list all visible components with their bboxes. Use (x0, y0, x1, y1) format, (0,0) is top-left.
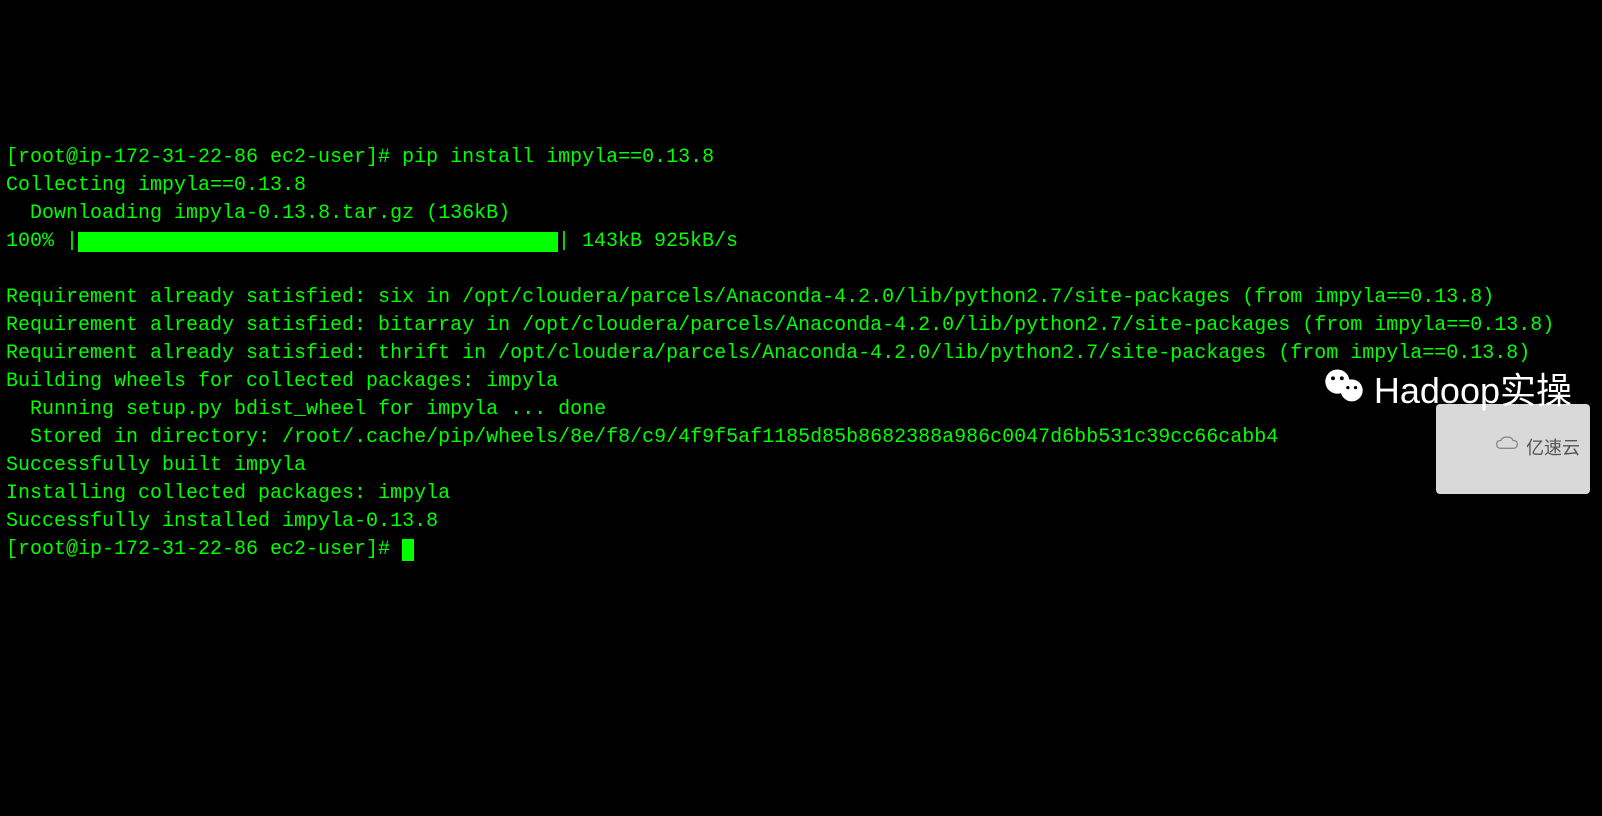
output-stored: Stored in directory: /root/.cache/pip/wh… (6, 426, 1278, 449)
output-installing: Installing collected packages: impyla (6, 482, 450, 505)
output-installed: Successfully installed impyla-0.13.8 (6, 510, 438, 533)
watermark-yisu: 亿速云 (1436, 404, 1590, 494)
output-built: Successfully built impyla (6, 454, 306, 477)
progress-percent: 100% | (6, 228, 78, 256)
output-downloading: Downloading impyla-0.13.8.tar.gz (136kB) (6, 202, 510, 225)
prompt: [root@ip-172-31-22-86 ec2-user]# (6, 146, 390, 169)
progress-stats: | 143kB 925kB/s (558, 228, 738, 256)
output-req-six: Requirement already satisfied: six in /o… (6, 286, 1494, 309)
progress-line: 100% | | 143kB 925kB/s (6, 228, 1596, 256)
output-running: Running setup.py bdist_wheel for impyla … (6, 398, 606, 421)
progress-bar-fill (78, 232, 558, 252)
command: pip install impyla==0.13.8 (402, 146, 714, 169)
output-req-bitarray: Requirement already satisfied: bitarray … (6, 314, 1554, 337)
cloud-icon (1446, 407, 1520, 491)
output-collecting: Collecting impyla==0.13.8 (6, 174, 306, 197)
prompt-final: [root@ip-172-31-22-86 ec2-user]# (6, 538, 390, 561)
cursor (402, 539, 414, 561)
output-building: Building wheels for collected packages: … (6, 370, 558, 393)
wechat-icon (1274, 336, 1366, 446)
watermark-yisu-text: 亿速云 (1526, 436, 1580, 461)
